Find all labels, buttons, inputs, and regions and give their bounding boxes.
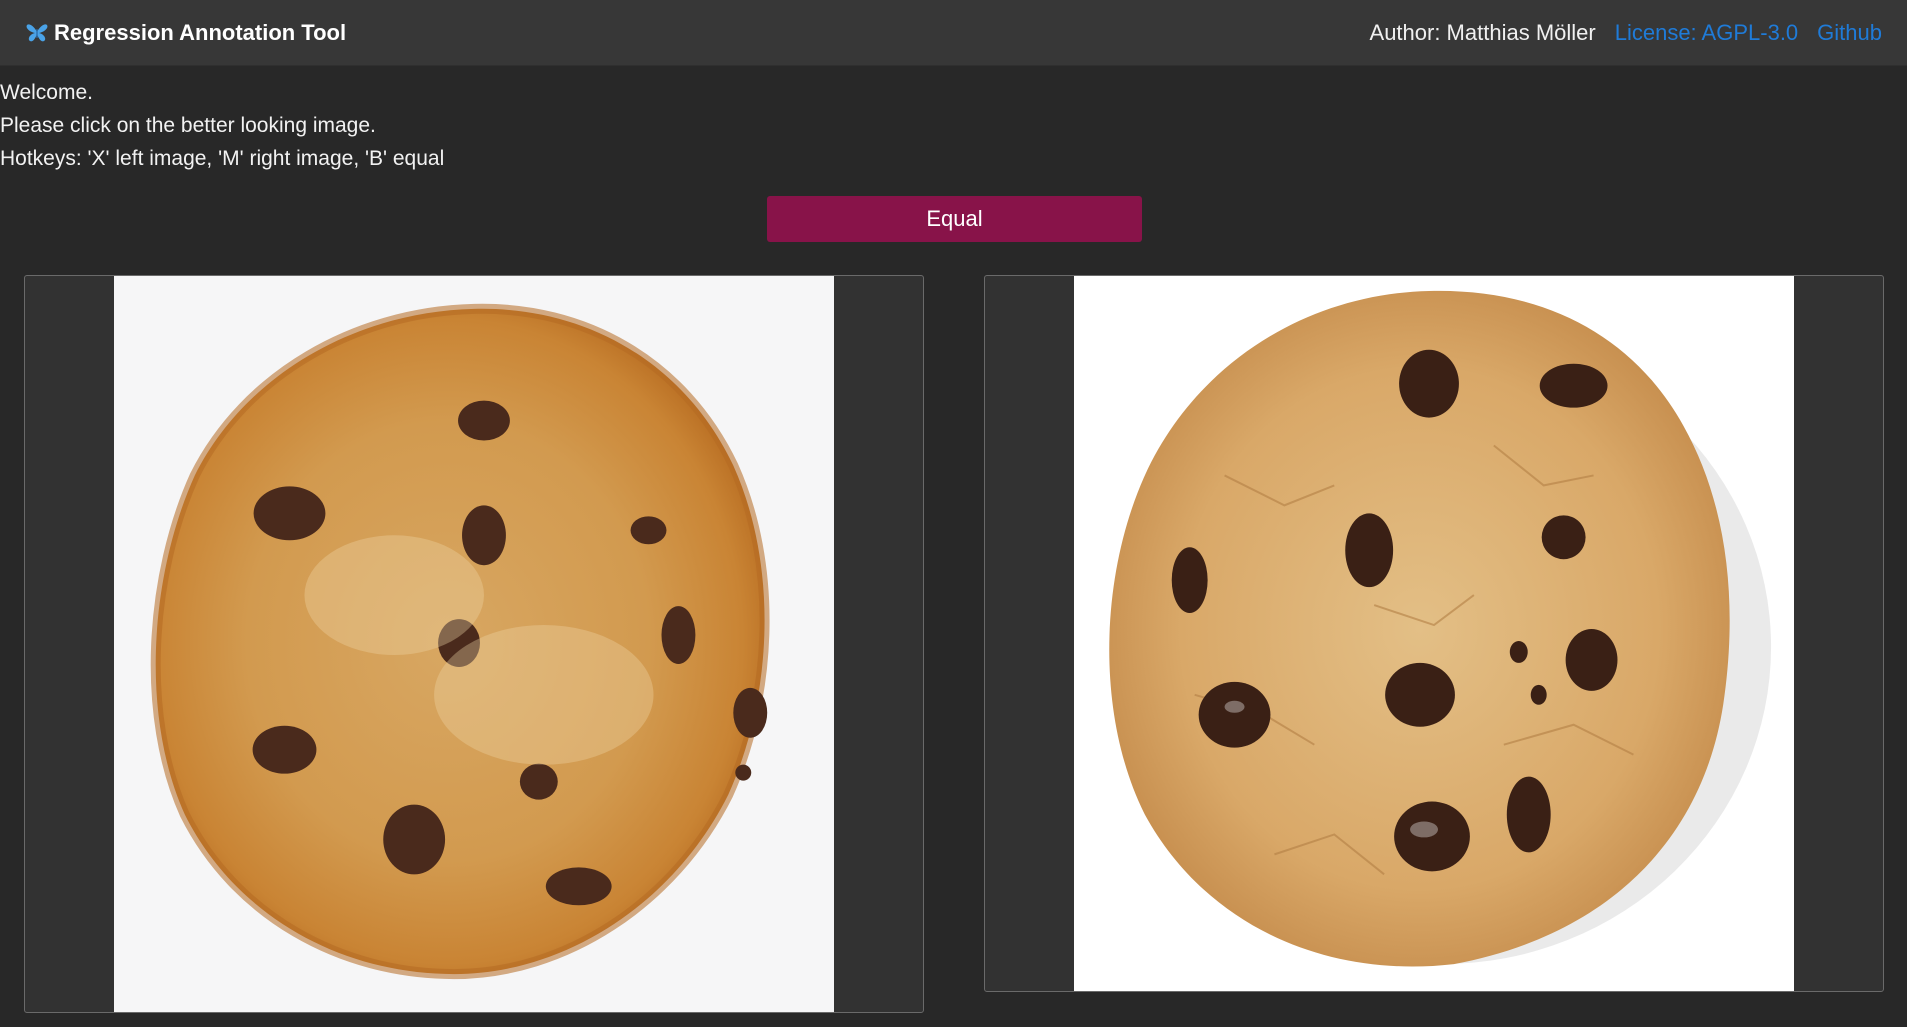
hotkeys-text: Hotkeys: 'X' left image, 'M' right image… <box>0 147 445 170</box>
left-image-panel[interactable] <box>24 275 924 1013</box>
equal-button[interactable]: Equal <box>767 196 1142 242</box>
butterfly-icon <box>26 23 48 43</box>
app-title: Regression Annotation Tool <box>54 20 347 45</box>
license-link[interactable]: License: AGPL-3.0 <box>1615 20 1798 46</box>
right-image-panel[interactable] <box>984 275 1884 992</box>
instruction-text: Please click on the better looking image… <box>0 114 376 137</box>
author-text: Author: Matthias Möller <box>1369 20 1596 45</box>
welcome-text: Welcome. <box>0 81 93 104</box>
app-brand[interactable]: Regression Annotation Tool <box>26 20 346 46</box>
top-navbar: Regression Annotation Tool Author: Matth… <box>0 0 1907 66</box>
left-cookie-image[interactable] <box>114 276 834 1012</box>
intro-text: Welcome. Please click on the better look… <box>0 76 444 175</box>
github-link[interactable]: Github <box>1817 20 1882 46</box>
right-cookie-image[interactable] <box>1074 276 1794 991</box>
